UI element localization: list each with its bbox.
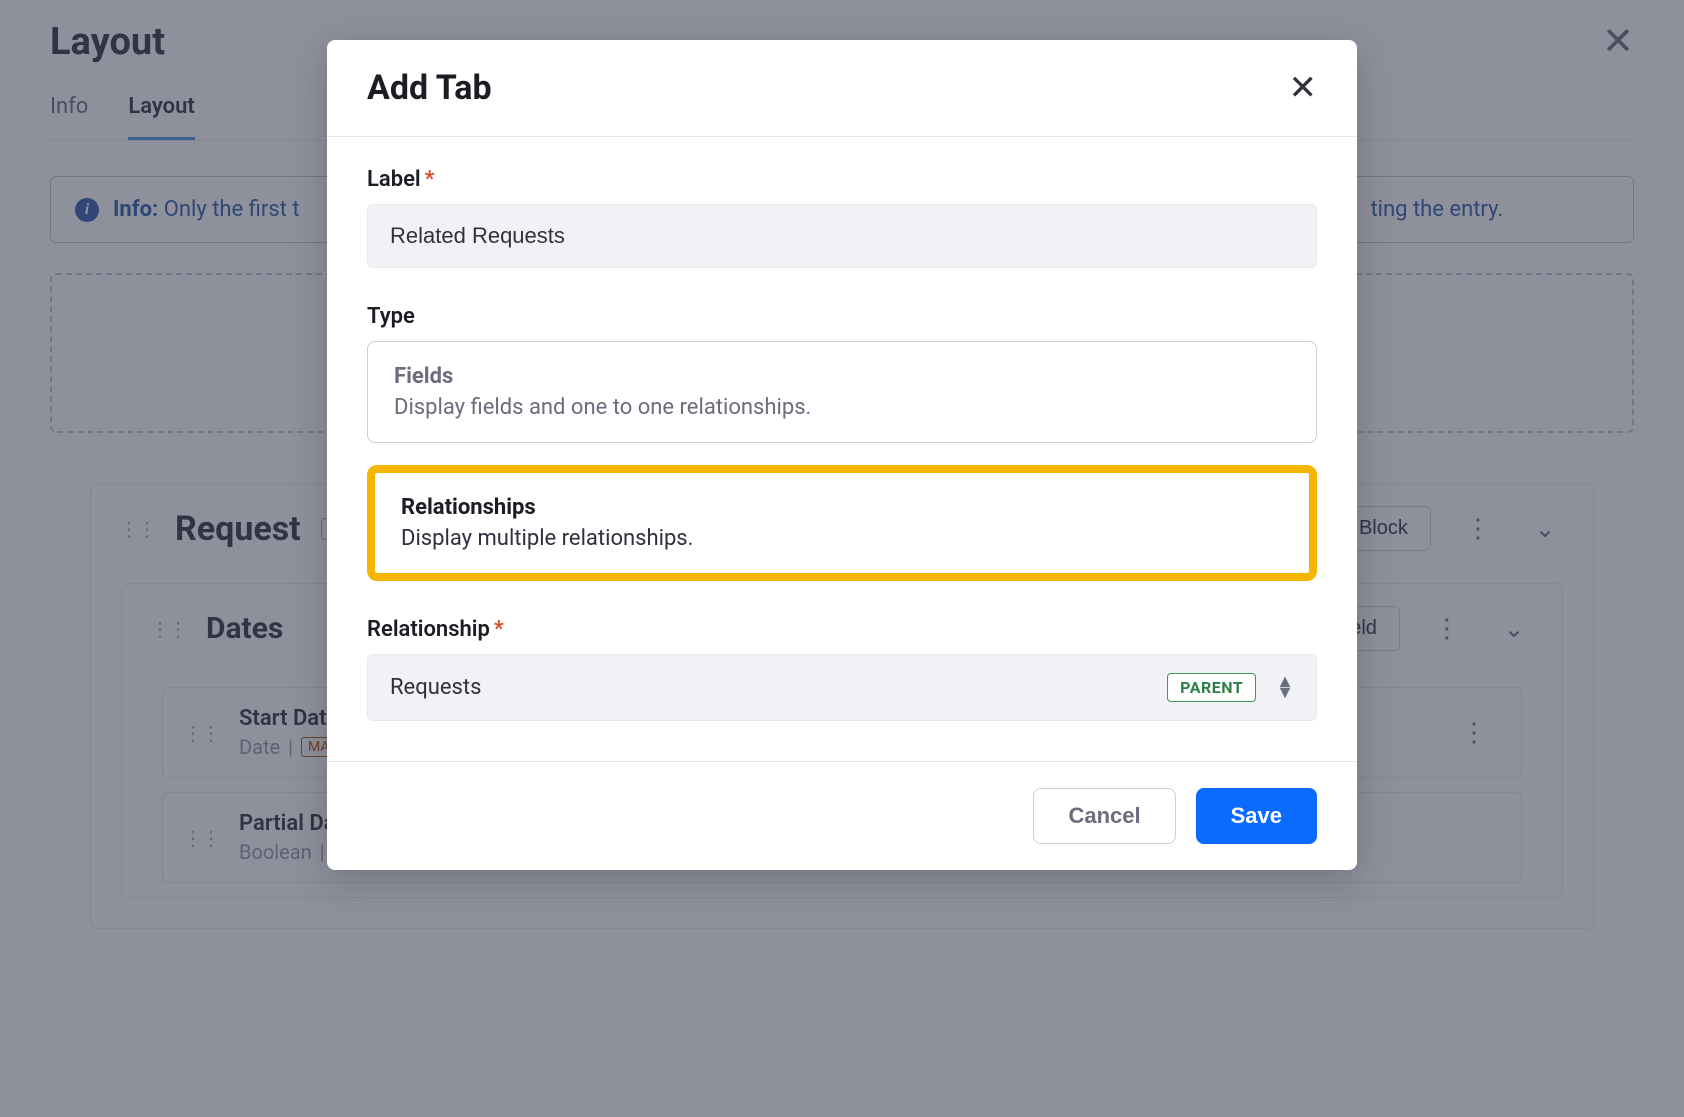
relationship-label-text: Relationship (367, 617, 490, 642)
type-option-desc: Display multiple relationships. (401, 526, 1283, 551)
modal-footer: Cancel Save (327, 761, 1357, 870)
type-option-relationships-highlight: Relationships Display multiple relations… (367, 465, 1317, 581)
sort-arrows-icon: ▲▼ (1276, 677, 1294, 699)
type-form-group: Type Fields Display fields and one to on… (367, 304, 1317, 581)
type-option-fields[interactable]: Fields Display fields and one to one rel… (367, 341, 1317, 443)
label-input[interactable] (367, 204, 1317, 268)
close-icon[interactable]: ✕ (1289, 71, 1318, 105)
modal-title: Add Tab (367, 68, 492, 108)
label-label-text: Label (367, 167, 421, 192)
type-option-title: Relationships (401, 495, 1283, 520)
add-tab-modal: Add Tab ✕ Label* Type Fields Display fie… (327, 40, 1357, 870)
save-button[interactable]: Save (1196, 788, 1317, 844)
modal-body: Label* Type Fields Display fields and on… (327, 137, 1357, 761)
required-star: * (494, 617, 504, 642)
modal-header: Add Tab ✕ (327, 40, 1357, 137)
relationship-label: Relationship* (367, 617, 1317, 642)
relationship-form-group: Relationship* Requests PARENT ▲▼ (367, 617, 1317, 721)
required-star: * (425, 167, 435, 192)
type-option-title: Fields (394, 364, 1290, 389)
label-form-group: Label* (367, 167, 1317, 268)
type-label: Type (367, 304, 1317, 329)
relationship-value: Requests (390, 675, 481, 700)
label-label: Label* (367, 167, 1317, 192)
parent-badge: PARENT (1167, 673, 1256, 702)
type-option-desc: Display fields and one to one relationsh… (394, 395, 1290, 420)
relationship-select[interactable]: Requests PARENT ▲▼ (367, 654, 1317, 721)
type-option-relationships[interactable]: Relationships Display multiple relations… (383, 481, 1301, 565)
cancel-button[interactable]: Cancel (1033, 788, 1175, 844)
select-right: PARENT ▲▼ (1167, 673, 1294, 702)
modal-overlay: Add Tab ✕ Label* Type Fields Display fie… (0, 0, 1684, 1117)
